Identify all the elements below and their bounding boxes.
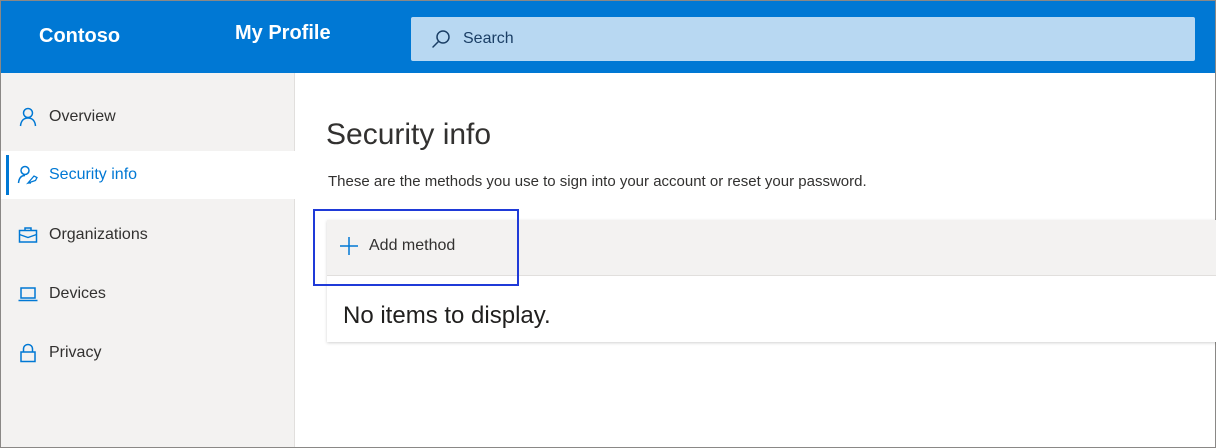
briefcase-icon bbox=[17, 224, 39, 246]
sidebar-item-label: Privacy bbox=[49, 344, 102, 361]
sidebar-item-security-info[interactable]: Security info bbox=[1, 151, 295, 199]
person-key-icon bbox=[17, 164, 39, 186]
sidebar-item-label: Overview bbox=[49, 108, 116, 125]
search-input[interactable]: Search bbox=[463, 30, 514, 48]
lock-icon bbox=[17, 342, 39, 364]
highlight-box bbox=[313, 209, 519, 286]
sidebar-item-overview[interactable]: Overview bbox=[1, 93, 295, 141]
page-subtitle: These are the methods you use to sign in… bbox=[328, 173, 867, 190]
person-icon bbox=[17, 106, 39, 128]
page-title: Security info bbox=[326, 118, 492, 151]
sidebar-item-organizations[interactable]: Organizations bbox=[1, 211, 295, 259]
sidebar-item-label: Security info bbox=[49, 166, 138, 183]
empty-state-message: No items to display. bbox=[343, 302, 551, 329]
sidebar-item-label: Devices bbox=[49, 285, 106, 302]
sidebar-item-devices[interactable]: Devices bbox=[1, 270, 295, 318]
app-title[interactable]: My Profile bbox=[235, 22, 331, 45]
sidebar-item-privacy[interactable]: Privacy bbox=[1, 329, 295, 377]
sidebar: Overview Security info Organizations Dev… bbox=[1, 73, 295, 447]
top-bar: Contoso My Profile Search bbox=[1, 1, 1215, 73]
laptop-icon bbox=[17, 283, 39, 305]
search-icon bbox=[432, 30, 450, 48]
search-box[interactable]: Search bbox=[411, 17, 1195, 61]
brand-name[interactable]: Contoso bbox=[39, 25, 120, 48]
sidebar-item-label: Organizations bbox=[49, 226, 148, 243]
